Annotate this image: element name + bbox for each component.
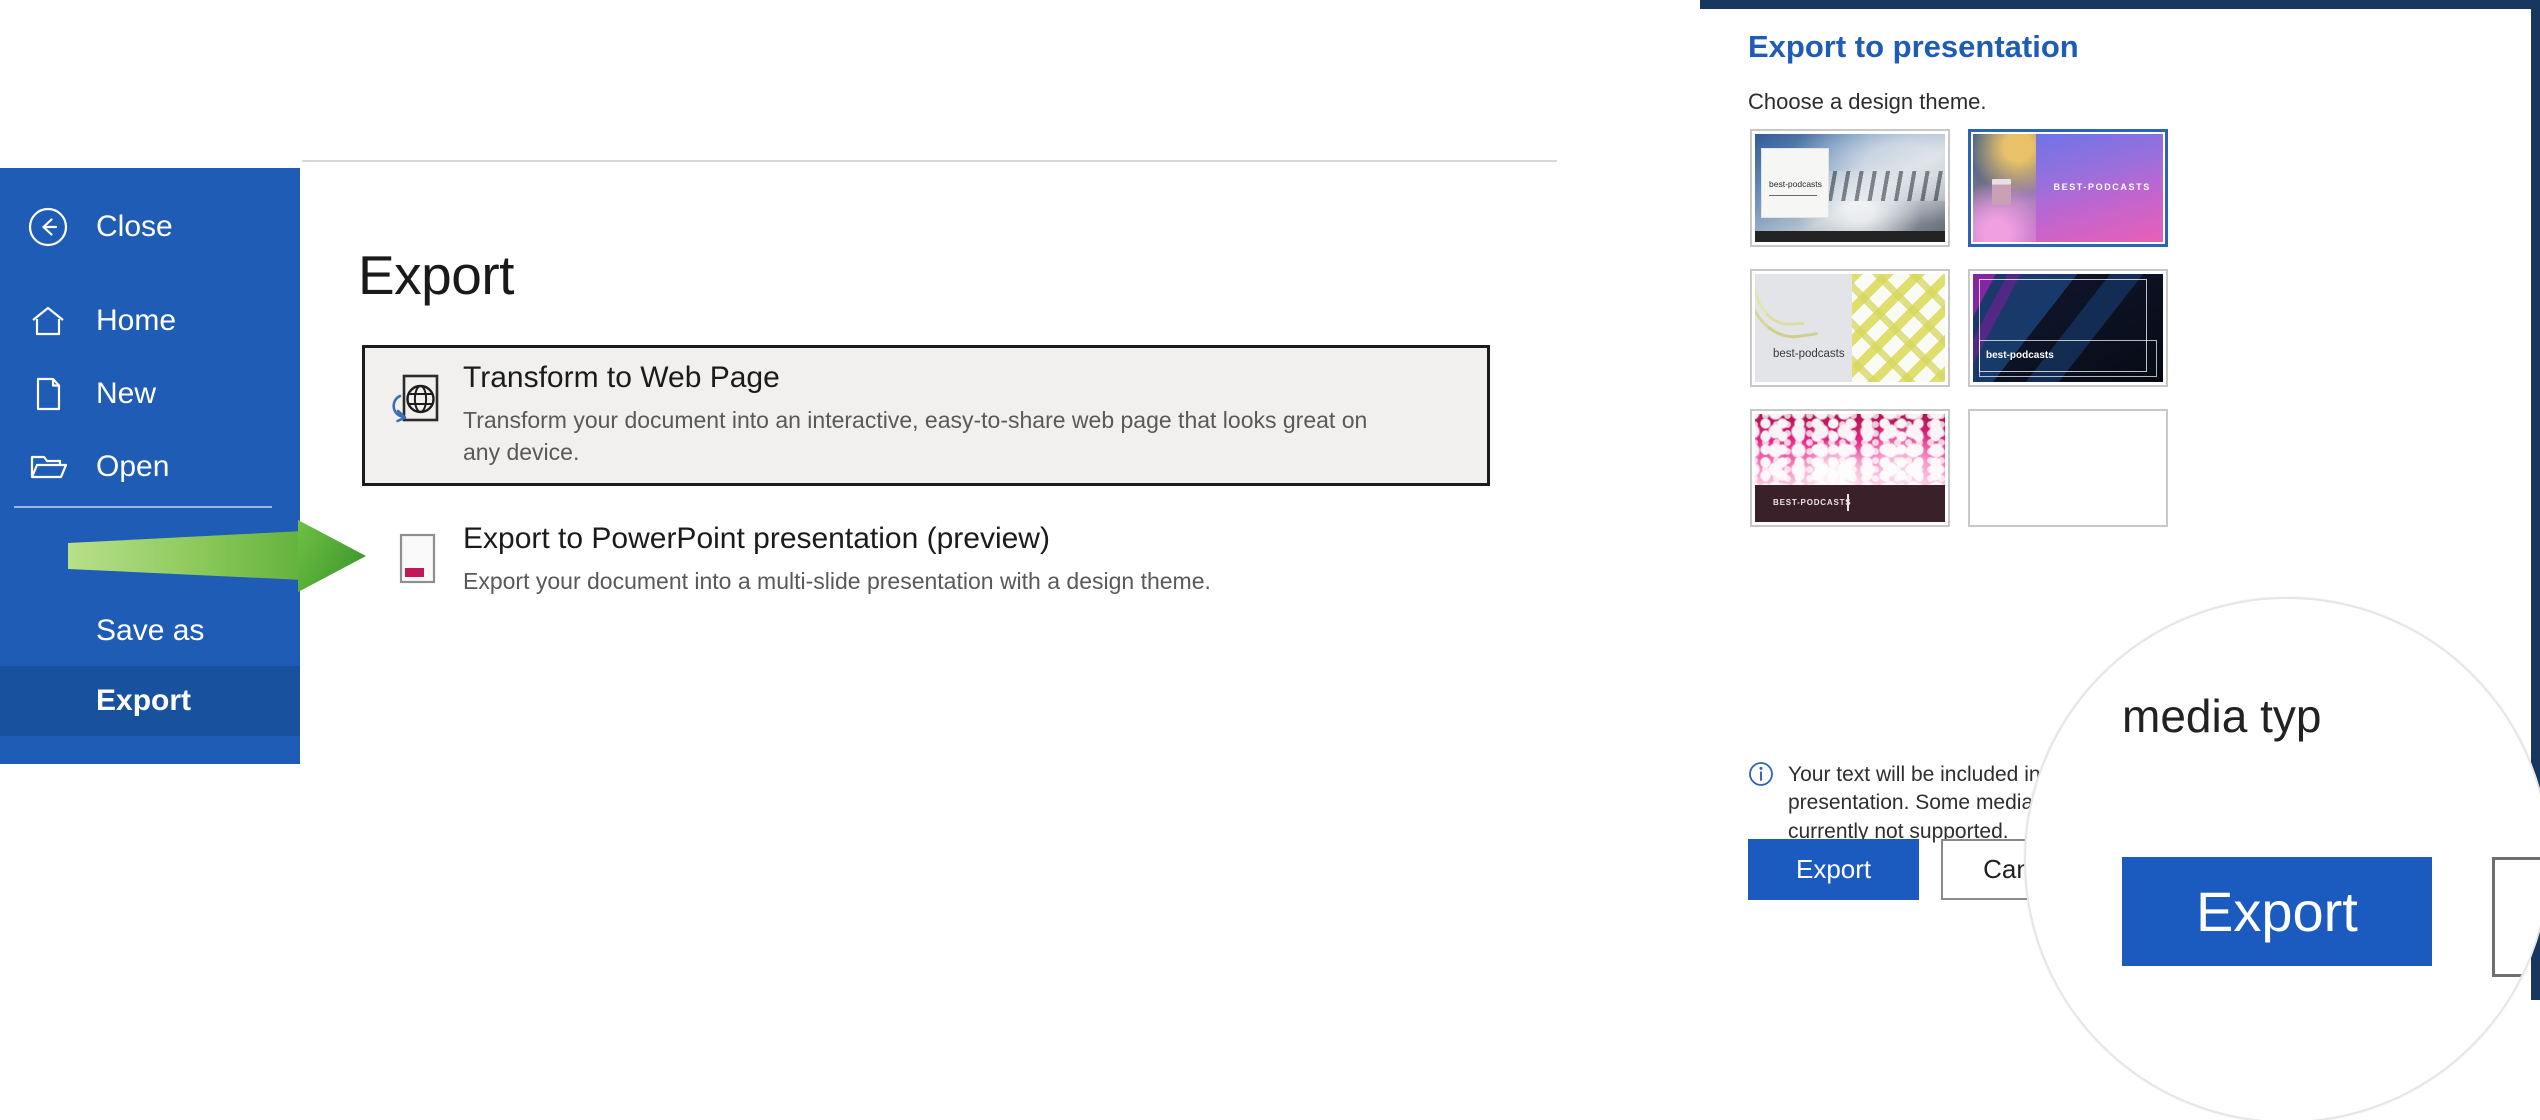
theme-thumb-label: best-podcasts xyxy=(1761,148,1829,218)
sidebar-item-home[interactable]: Home xyxy=(0,286,300,356)
theme-option-dark-abstract[interactable]: best-podcasts xyxy=(1968,269,2168,387)
sidebar-item-new[interactable]: New xyxy=(0,359,300,429)
close-label: Close xyxy=(96,210,173,243)
option-title: Transform to Web Page xyxy=(463,361,780,394)
option-title: Export to PowerPoint presentation (previ… xyxy=(463,522,1050,555)
sidebar-item-label: New xyxy=(96,377,157,410)
option-description: Transform your document into an interact… xyxy=(463,406,1368,466)
sidebar-item-label: Home xyxy=(96,304,177,337)
theme-option-purple-gradient[interactable]: BEST-PODCASTS xyxy=(1968,129,2168,247)
theme-thumb-label: best-podcasts xyxy=(1773,348,1845,360)
magnifier-callout: media typ Export xyxy=(2024,597,2540,1120)
sidebar-item-label: Export xyxy=(96,684,192,717)
home-icon xyxy=(0,300,96,342)
magnified-partial-text: media typ xyxy=(2122,690,2322,742)
option-export-to-powerpoint[interactable]: Export to PowerPoint presentation (previ… xyxy=(368,518,1211,598)
sidebar-item-label: Open xyxy=(96,450,170,483)
sidebar-item-open[interactable]: Open xyxy=(0,432,300,502)
content-top-divider xyxy=(302,160,1557,162)
backstage-sidebar: Close Home New Open Save as Export xyxy=(0,168,300,764)
theme-thumb-label: BEST-PODCASTS xyxy=(1773,498,1852,507)
theme-thumb-label: best-podcasts xyxy=(1986,350,2054,361)
theme-option-yellow-ribbons[interactable]: best-podcasts xyxy=(1750,269,1950,387)
web-page-globe-icon xyxy=(368,357,463,433)
magnified-export-button[interactable]: Export xyxy=(2122,857,2432,966)
option-description: Export your document into a multi-slide … xyxy=(463,567,1211,594)
app-root: Close Home New Open Save as Export Expor… xyxy=(0,0,2540,1120)
folder-icon xyxy=(0,445,96,489)
pane-subtitle: Choose a design theme. xyxy=(1748,89,1987,114)
pane-title: Export to presentation xyxy=(1748,29,2079,64)
sidebar-item-export[interactable]: Export xyxy=(0,666,300,736)
close-button[interactable]: Close xyxy=(0,192,300,262)
sidebar-item-save-as[interactable]: Save as xyxy=(0,596,300,666)
sidebar-divider xyxy=(14,506,272,508)
magnified-cancel-button[interactable] xyxy=(2492,857,2540,977)
theme-option-pink-sparkle[interactable]: BEST-PODCASTS xyxy=(1750,409,1950,527)
back-arrow-circle-icon xyxy=(0,205,96,249)
export-button[interactable]: Export xyxy=(1748,839,1920,900)
theme-option-mixing-console[interactable]: best-podcasts xyxy=(1750,129,1950,247)
option-transform-to-web-page[interactable]: Transform to Web Page Transform your doc… xyxy=(368,357,1408,469)
sidebar-item-label: Save as xyxy=(96,614,205,647)
page-title: Export xyxy=(358,244,514,306)
theme-thumb-label: BEST-PODCASTS xyxy=(2053,181,2151,192)
info-circle-icon xyxy=(1748,761,1774,792)
theme-gallery: best-podcasts BEST-PODCASTS best-podcast… xyxy=(1750,129,2490,527)
green-arrow-annotation xyxy=(66,518,476,596)
theme-option-blank[interactable] xyxy=(1968,409,2168,527)
page-icon xyxy=(0,373,96,415)
